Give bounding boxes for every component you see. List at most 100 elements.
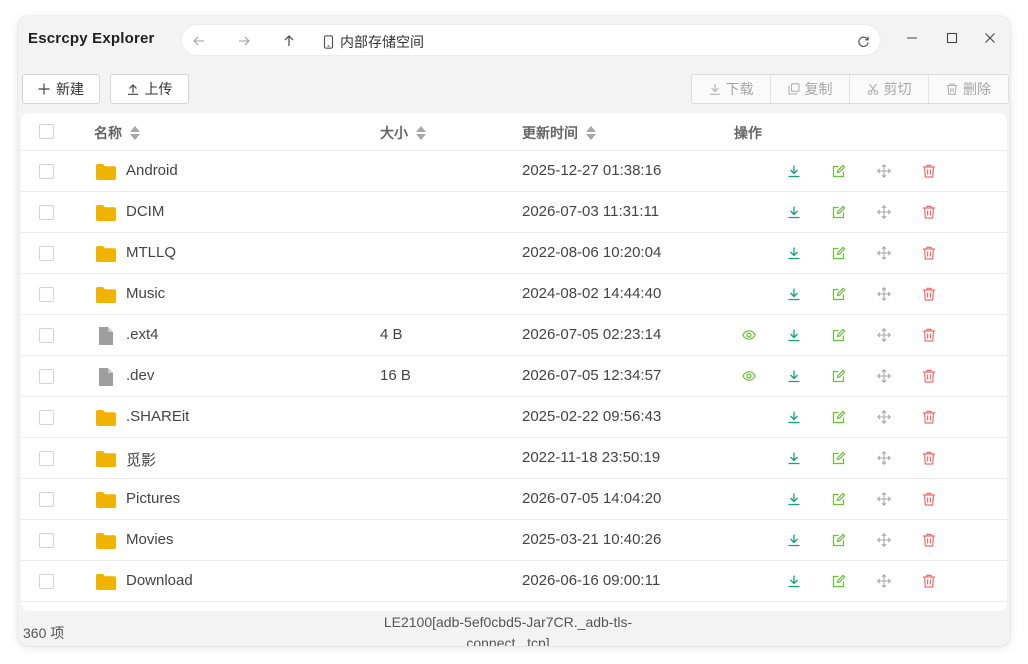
download-button[interactable] (786, 573, 802, 589)
table-row[interactable]: .SHAREit 2025-02-22 09:56:43 (21, 397, 1007, 438)
close-button[interactable] (978, 26, 1002, 50)
delete-button[interactable] (921, 491, 937, 507)
move-button[interactable] (876, 450, 892, 466)
delete-button[interactable] (921, 573, 937, 589)
file-name[interactable]: Movies (126, 531, 174, 548)
select-all-checkbox[interactable] (39, 124, 54, 139)
table-row[interactable]: 觅影 2022-11-18 23:50:19 (21, 438, 1007, 479)
delete-selected-button[interactable]: 删除 (929, 75, 1008, 103)
move-button[interactable] (876, 163, 892, 179)
rename-button[interactable] (831, 491, 847, 507)
download-button[interactable] (786, 163, 802, 179)
download-button[interactable] (786, 327, 802, 343)
row-checkbox[interactable] (39, 246, 54, 261)
refresh-button[interactable] (854, 32, 872, 50)
sort-icon[interactable] (130, 126, 140, 140)
up-button[interactable] (278, 30, 300, 52)
move-button[interactable] (876, 327, 892, 343)
rename-button[interactable] (831, 245, 847, 261)
table-row[interactable]: Pictures 2026-07-05 14:04:20 (21, 479, 1007, 520)
sort-icon[interactable] (416, 126, 426, 140)
download-button[interactable] (786, 204, 802, 220)
table-row[interactable]: .ext4 4 B 2026-07-05 02:23:14 (21, 315, 1007, 356)
delete-button[interactable] (921, 163, 937, 179)
upload-button[interactable]: 上传 (110, 74, 189, 104)
rename-button[interactable] (831, 450, 847, 466)
download-button[interactable] (786, 409, 802, 425)
column-updated[interactable]: 更新时间 (522, 123, 596, 143)
move-button[interactable] (876, 204, 892, 220)
row-checkbox[interactable] (39, 369, 54, 384)
delete-button[interactable] (921, 450, 937, 466)
rename-button[interactable] (831, 286, 847, 302)
download-button[interactable] (786, 245, 802, 261)
table-row[interactable]: MTLLQ 2022-08-06 10:20:04 (21, 233, 1007, 274)
row-checkbox[interactable] (39, 410, 54, 425)
file-name[interactable]: Music (126, 285, 165, 302)
row-checkbox[interactable] (39, 328, 54, 343)
sort-icon[interactable] (586, 126, 596, 140)
maximize-button[interactable] (940, 26, 964, 50)
delete-button[interactable] (921, 286, 937, 302)
row-checkbox[interactable] (39, 574, 54, 589)
table-row[interactable]: Music 2024-08-02 14:44:40 (21, 274, 1007, 315)
file-name[interactable]: Pictures (126, 490, 180, 507)
row-checkbox[interactable] (39, 451, 54, 466)
delete-button[interactable] (921, 245, 937, 261)
back-button[interactable] (188, 30, 210, 52)
copy-selected-button[interactable]: 复制 (771, 75, 850, 103)
move-button[interactable] (876, 368, 892, 384)
preview-button[interactable] (741, 368, 757, 384)
file-name[interactable]: DCIM (126, 203, 164, 220)
move-button[interactable] (876, 491, 892, 507)
file-name[interactable]: .dev (126, 367, 154, 384)
move-button[interactable] (876, 532, 892, 548)
file-name[interactable]: MTLLQ (126, 244, 176, 261)
download-button[interactable] (786, 286, 802, 302)
move-button[interactable] (876, 245, 892, 261)
file-name[interactable]: .ext4 (126, 326, 159, 343)
delete-button[interactable] (921, 204, 937, 220)
new-button[interactable]: 新建 (22, 74, 100, 104)
table-row[interactable]: DCIM 2026-07-03 11:31:11 (21, 192, 1007, 233)
delete-button[interactable] (921, 327, 937, 343)
file-name[interactable]: Download (126, 572, 193, 589)
file-name[interactable]: Android (126, 162, 178, 179)
delete-button[interactable] (921, 368, 937, 384)
move-button[interactable] (876, 286, 892, 302)
table-row[interactable]: Android 2025-12-27 01:38:16 (21, 151, 1007, 192)
preview-button[interactable] (741, 327, 757, 343)
forward-button[interactable] (233, 30, 255, 52)
table-row[interactable]: .dev 16 B 2026-07-05 12:34:57 (21, 356, 1007, 397)
download-button[interactable] (786, 532, 802, 548)
move-button[interactable] (876, 573, 892, 589)
row-checkbox[interactable] (39, 287, 54, 302)
download-button[interactable] (786, 368, 802, 384)
download-selected-button[interactable]: 下载 (692, 75, 771, 103)
address-bar[interactable]: 内部存储空间 (181, 24, 881, 56)
download-button[interactable] (786, 491, 802, 507)
rename-button[interactable] (831, 573, 847, 589)
file-name[interactable]: .SHAREit (126, 408, 189, 425)
rename-button[interactable] (831, 204, 847, 220)
move-button[interactable] (876, 409, 892, 425)
download-button[interactable] (786, 450, 802, 466)
column-name[interactable]: 名称 (94, 123, 140, 143)
rename-button[interactable] (831, 368, 847, 384)
rename-button[interactable] (831, 163, 847, 179)
delete-button[interactable] (921, 532, 937, 548)
row-checkbox[interactable] (39, 492, 54, 507)
delete-button[interactable] (921, 409, 937, 425)
rename-button[interactable] (831, 409, 847, 425)
column-size[interactable]: 大小 (380, 123, 426, 143)
table-row[interactable]: Download 2026-06-16 09:00:11 (21, 561, 1007, 602)
file-name[interactable]: 觅影 (126, 449, 156, 470)
rename-button[interactable] (831, 327, 847, 343)
row-checkbox[interactable] (39, 533, 54, 548)
row-checkbox[interactable] (39, 205, 54, 220)
row-checkbox[interactable] (39, 164, 54, 179)
minimize-button[interactable] (900, 26, 924, 50)
table-row[interactable]: Movies 2025-03-21 10:40:26 (21, 520, 1007, 561)
rename-button[interactable] (831, 532, 847, 548)
cut-selected-button[interactable]: 剪切 (850, 75, 929, 103)
